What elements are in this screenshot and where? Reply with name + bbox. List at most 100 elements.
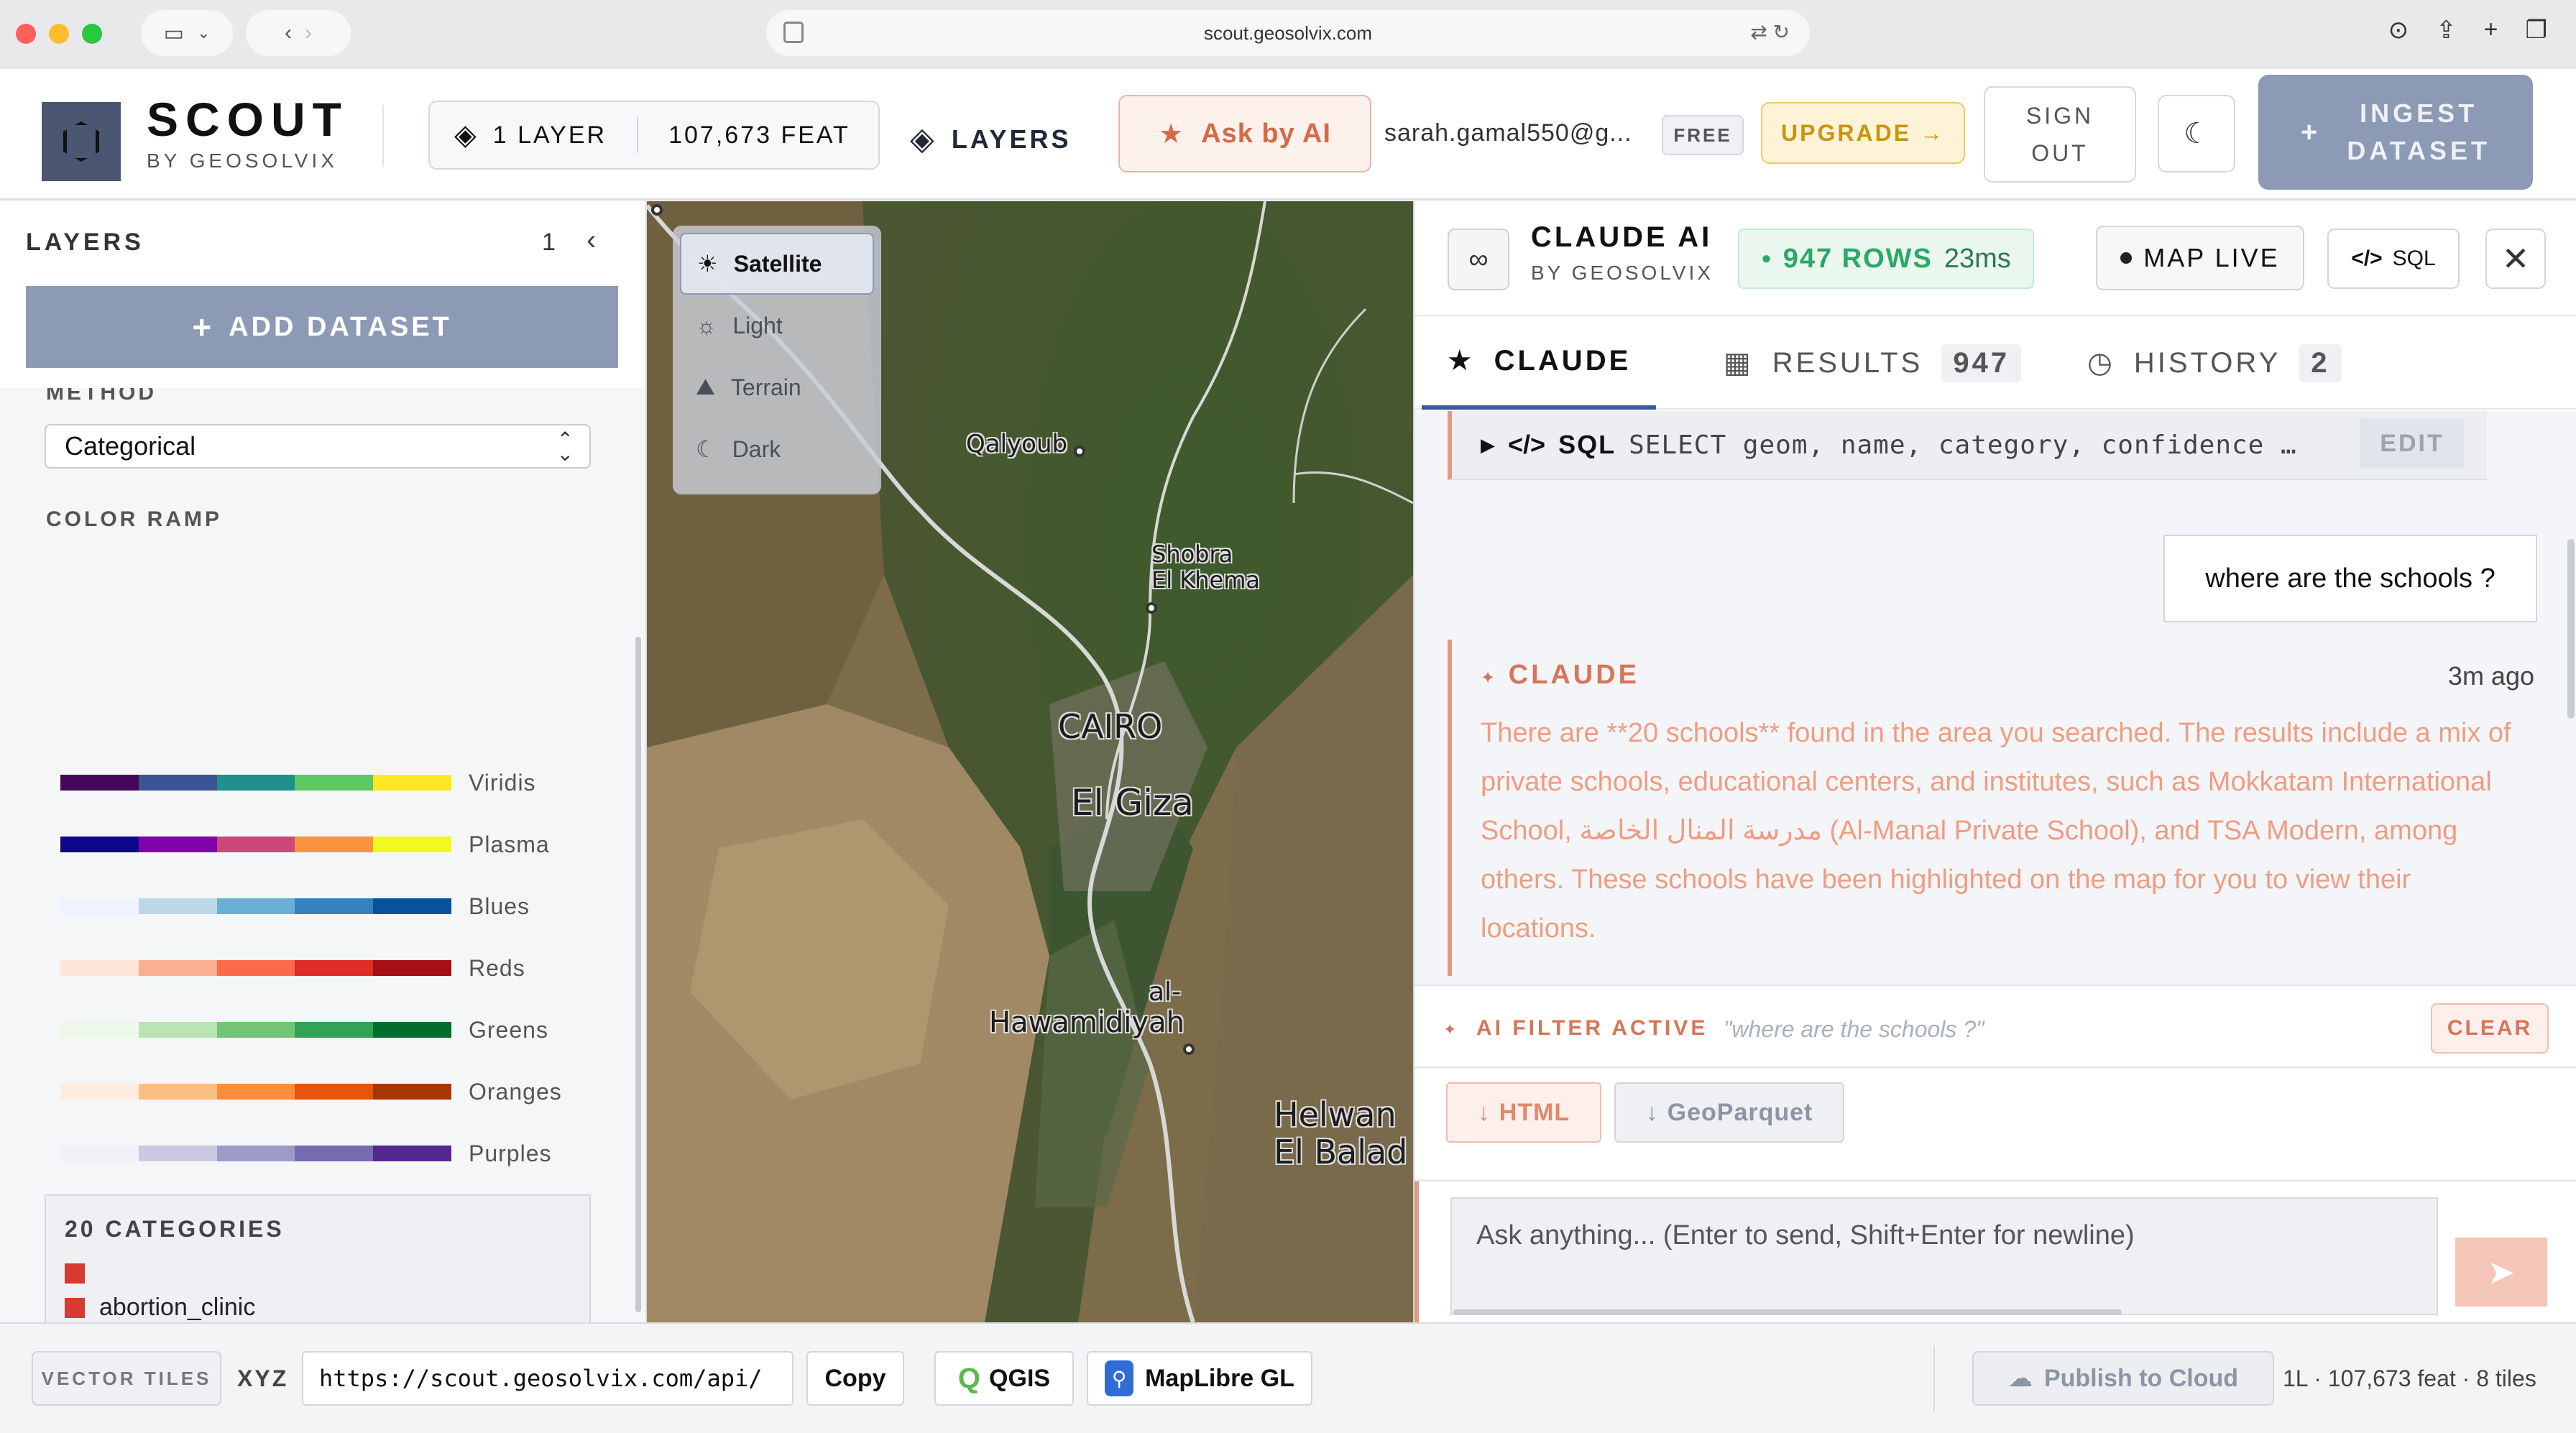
layers-panel: METHOD Categorical ⌃ ⌄ COLOR RAMP Viridis… xyxy=(0,201,647,1322)
export-geoparquet-button[interactable]: ↓ GeoParquet xyxy=(1614,1082,1844,1143)
qgis-label: QGIS xyxy=(989,1364,1051,1392)
tab-claude[interactable]: ★ CLAUDE xyxy=(1422,316,1656,410)
forward-icon[interactable]: › xyxy=(305,21,312,45)
color-ramp-purples[interactable]: Purples xyxy=(45,1127,591,1180)
sparkle-icon: ✦ xyxy=(1481,668,1499,688)
browser-actions: ⊙ ⇪ + ❐ xyxy=(2388,16,2547,45)
layers-panel-header: LAYERS 1 ‹ + ADD DATASET xyxy=(0,201,645,388)
map-live-button[interactable]: MAP LIVE xyxy=(2096,226,2304,290)
add-dataset-button[interactable]: + ADD DATASET xyxy=(26,286,618,368)
download-arrow-icon: ↓ xyxy=(1477,1098,1491,1126)
zoom-window-button[interactable] xyxy=(82,24,102,44)
ingest-label-1: INGEST xyxy=(2360,98,2478,128)
sign-out-button[interactable]: SIGN OUT xyxy=(1984,86,2136,183)
basemap-satellite[interactable]: ☀ Satellite xyxy=(680,233,874,295)
basemap-terrain[interactable]: ⛰ Terrain xyxy=(680,356,874,418)
ingest-dataset-button[interactable]: + INGEST DATASET xyxy=(2258,75,2533,190)
ramp-color-stop xyxy=(216,1146,295,1161)
plus-icon: + xyxy=(2300,116,2322,148)
collapse-chevron-icon[interactable]: ‹ xyxy=(586,224,596,257)
tiles-url-field[interactable]: https://scout.geosolvix.com/api/ xyxy=(302,1351,794,1406)
basemap-dark[interactable]: ☾ Dark xyxy=(680,418,874,480)
sql-disclosure[interactable]: ▶ </> SQL SELECT geom, name, category, c… xyxy=(1448,411,2487,480)
send-button[interactable]: ➤ xyxy=(2455,1238,2547,1307)
basemap-label: Terrain xyxy=(730,374,801,400)
tab-label: CLAUDE xyxy=(1494,344,1632,377)
close-panel-button[interactable]: ✕ xyxy=(2485,229,2546,289)
ai-panel-title: CLAUDE AI xyxy=(1531,221,1713,253)
color-ramp-reds[interactable]: Reds xyxy=(45,941,591,995)
ai-message-text: There are **20 schools** found in the ar… xyxy=(1481,718,2511,944)
color-ramp-viridis[interactable]: Viridis xyxy=(45,756,591,809)
app-header: SCOUT BY GEOSOLVIX ◈ 1 LAYER 107,673 FEA… xyxy=(0,69,2576,200)
download-icon[interactable]: ⊙ xyxy=(2388,16,2409,45)
sidebar-toggle-button[interactable]: ▭ ⌄ xyxy=(141,10,233,56)
close-window-button[interactable] xyxy=(16,24,36,44)
panel-scrollbar[interactable] xyxy=(635,637,641,1312)
ai-message: ✦ CLAUDE 3m ago There are **20 schools**… xyxy=(1448,640,2557,976)
share-icon[interactable]: ⇪ xyxy=(2436,16,2457,45)
ramp-color-stop xyxy=(60,837,139,852)
maplibre-button[interactable]: ⚲ MapLibre GL xyxy=(1087,1351,1312,1406)
ai-filter-label: ✦ AI FILTER ACTIVE xyxy=(1443,1016,1708,1041)
map-marker xyxy=(1074,446,1085,457)
clear-filter-button[interactable]: CLEAR xyxy=(2431,1003,2549,1054)
tab-history[interactable]: ◷ HISTORY 2 xyxy=(2087,316,2342,410)
ramp-swatch xyxy=(60,775,451,791)
sql-label: SQL xyxy=(1558,430,1616,459)
color-ramp-greens[interactable]: Greens xyxy=(45,1003,591,1056)
export-html-button[interactable]: ↓ HTML xyxy=(1446,1082,1601,1143)
ramp-color-stop xyxy=(373,898,451,914)
status-dot-icon: ● xyxy=(1761,249,1772,268)
ramp-color-stop xyxy=(216,1022,295,1038)
minimize-window-button[interactable] xyxy=(49,24,69,44)
color-ramp-oranges[interactable]: Oranges xyxy=(45,1065,591,1118)
layers-button[interactable]: ◈ LAYERS xyxy=(910,121,1072,157)
input-scrollbar[interactable] xyxy=(1453,1309,2122,1315)
map-label-qalyoub: Qalyoub xyxy=(966,430,1068,459)
dark-mode-toggle[interactable]: ☾ xyxy=(2158,95,2235,172)
chat-scrollbar[interactable] xyxy=(2567,539,2575,719)
new-tab-icon[interactable]: + xyxy=(2484,16,2498,45)
export-geoparquet-label: GeoParquet xyxy=(1667,1098,1813,1126)
ai-panel: ∞ CLAUDE AI BY GEOSOLVIX ● 947 ROWS 23ms… xyxy=(1413,201,2576,1322)
edit-sql-button[interactable]: EDIT xyxy=(2360,418,2464,469)
color-ramp-blues[interactable]: Blues xyxy=(45,880,591,933)
sparkle-icon: ✦ xyxy=(1443,1020,1460,1038)
tab-results[interactable]: ▦ RESULTS 947 xyxy=(1724,316,2022,410)
ramp-color-stop xyxy=(138,960,217,976)
ramp-color-stop xyxy=(373,960,451,976)
chat-input[interactable]: Ask anything... (Enter to send, Shift+En… xyxy=(1450,1197,2438,1315)
code-icon: </> xyxy=(2351,246,2383,270)
sun-outline-icon: ☼ xyxy=(696,312,717,338)
ramp-color-stop xyxy=(216,775,295,791)
ramp-color-stop xyxy=(373,1146,451,1161)
basemap-light[interactable]: ☼ Light xyxy=(680,295,874,356)
qgis-button[interactable]: Q QGIS xyxy=(934,1351,1074,1406)
ask-ai-button[interactable]: ★ Ask by AI xyxy=(1118,95,1371,172)
ramp-swatch xyxy=(60,837,451,852)
ramp-color-stop xyxy=(216,960,295,976)
back-icon[interactable]: ‹ xyxy=(285,21,292,45)
copy-url-button[interactable]: Copy xyxy=(806,1351,904,1406)
tabs-overview-icon[interactable]: ❐ xyxy=(2526,16,2547,45)
ramp-swatch xyxy=(60,960,451,976)
layers-stack-icon: ◈ xyxy=(454,119,479,151)
ramp-color-stop xyxy=(138,775,217,791)
method-select[interactable]: Categorical ⌃ ⌄ xyxy=(45,424,591,469)
translate-reload-icons[interactable]: ⇄ ↻ xyxy=(1750,20,1790,44)
clock-icon: ◷ xyxy=(2087,347,2115,379)
layers-count: 1 xyxy=(542,229,556,256)
moon-icon: ☾ xyxy=(2184,118,2209,149)
sql-button[interactable]: </> SQL xyxy=(2327,229,2460,289)
ramp-name: Purples xyxy=(469,1140,552,1166)
ai-author-label: CLAUDE xyxy=(1508,660,1639,690)
color-ramp-plasma[interactable]: Plasma xyxy=(45,818,591,871)
moon-icon: ☾ xyxy=(696,436,717,462)
map-canvas[interactable]: ☀ Satellite ☼ Light ⛰ Terrain ☾ Dark Qalyoub… xyxy=(647,201,1413,1322)
ramp-color-stop xyxy=(373,1084,451,1100)
address-bar[interactable]: scout.geosolvix.com ⇄ ↻ xyxy=(766,10,1810,56)
bottom-bar: VECTOR TILES XYZ https://scout.geosolvix… xyxy=(0,1322,2576,1433)
upgrade-button[interactable]: UPGRADE → xyxy=(1761,102,1965,164)
publish-cloud-button[interactable]: ☁ Publish to Cloud xyxy=(1972,1351,2274,1406)
